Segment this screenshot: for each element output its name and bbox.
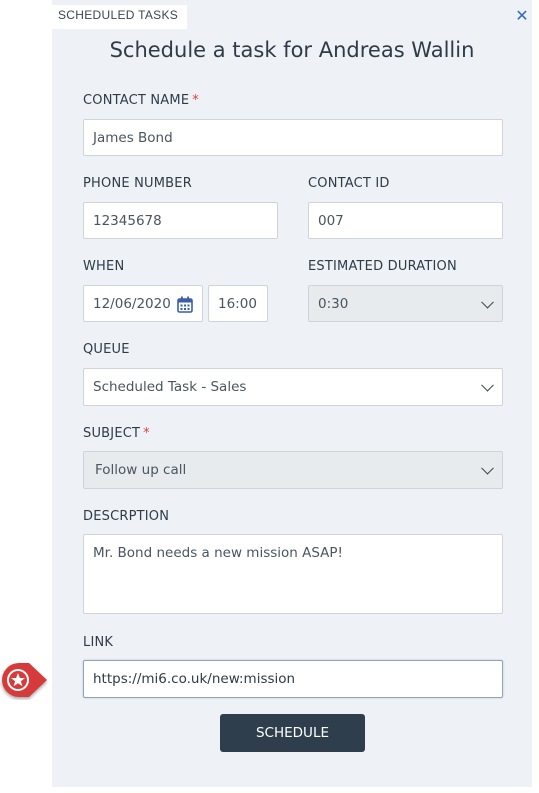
- chevron-down-icon: [481, 378, 494, 392]
- phone-number-label: PHONE NUMBER: [83, 176, 192, 191]
- chevron-down-icon: [481, 461, 494, 475]
- description-label: DESCRPTION: [83, 509, 170, 524]
- link-value: https://mi6.co.uk/new:mission: [93, 671, 296, 687]
- schedule-button[interactable]: SCHEDULE: [220, 714, 365, 752]
- contact-name-label: CONTACT NAME *: [83, 93, 199, 108]
- panel-tab-label: SCHEDULED TASKS: [52, 5, 187, 29]
- date-value: 12/06/2020: [93, 295, 171, 312]
- link-label: LINK: [83, 635, 114, 650]
- contact-id-value: 007: [318, 212, 344, 229]
- contact-id-input[interactable]: 007: [308, 202, 503, 239]
- subject-label-text: SUBJECT: [83, 426, 141, 441]
- contact-name-label-text: CONTACT NAME: [83, 93, 190, 108]
- contact-name-input[interactable]: James Bond: [83, 119, 503, 156]
- contact-id-label: CONTACT ID: [308, 176, 390, 191]
- queue-label: QUEUE: [83, 342, 130, 357]
- description-value: Mr. Bond needs a new mission ASAP!: [93, 545, 343, 561]
- subject-label: SUBJECT *: [83, 426, 150, 441]
- calendar-icon[interactable]: [177, 296, 193, 313]
- link-input[interactable]: https://mi6.co.uk/new:mission: [83, 660, 503, 698]
- when-label: WHEN: [83, 259, 125, 274]
- estimated-duration-label: ESTIMATED DURATION: [308, 259, 457, 274]
- description-textarea[interactable]: Mr. Bond needs a new mission ASAP!: [83, 534, 503, 614]
- required-marker: *: [192, 93, 199, 108]
- contact-name-value: James Bond: [93, 129, 173, 146]
- close-icon[interactable]: ✕: [514, 9, 530, 25]
- required-marker: *: [143, 426, 150, 441]
- subject-value: Follow up call: [95, 462, 187, 478]
- time-value: 16:00: [218, 295, 257, 312]
- estimated-duration-select[interactable]: 0:30: [308, 285, 503, 322]
- star-marker-icon: [2, 663, 47, 697]
- queue-select[interactable]: Scheduled Task - Sales: [83, 368, 503, 406]
- time-input[interactable]: 16:00: [208, 285, 268, 322]
- phone-number-input[interactable]: 12345678: [83, 202, 278, 239]
- subject-select[interactable]: Follow up call: [83, 451, 503, 489]
- estimated-duration-value: 0:30: [318, 295, 349, 312]
- date-input[interactable]: 12/06/2020: [83, 285, 203, 322]
- page-title: Schedule a task for Andreas Wallin: [109, 38, 475, 62]
- phone-number-value: 12345678: [93, 212, 162, 229]
- chevron-down-icon: [481, 295, 494, 309]
- queue-value: Scheduled Task - Sales: [93, 379, 247, 395]
